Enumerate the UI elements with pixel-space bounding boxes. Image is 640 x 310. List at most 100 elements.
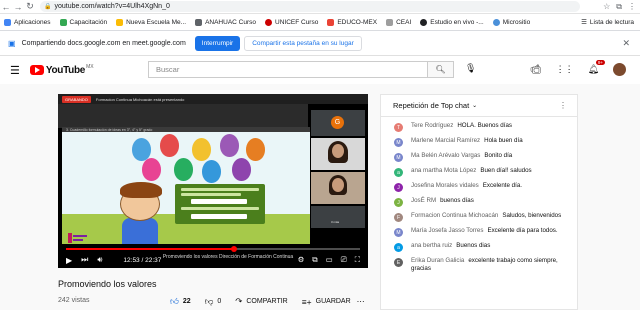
cartoon-boy-hair: [120, 182, 162, 198]
chat-text: Excelente día para todos.: [487, 227, 558, 234]
dislike-button[interactable]: 👎︎ 0: [205, 296, 222, 307]
avatar[interactable]: J: [394, 183, 403, 192]
chat-text: Buenos dias: [456, 242, 491, 249]
next-icon[interactable]: ⏭: [81, 255, 88, 265]
progress-bar[interactable]: [66, 246, 360, 252]
more-options-icon[interactable]: ⋮: [559, 101, 567, 110]
settings-icon[interactable]: ⚙: [298, 255, 305, 265]
bookmark-item[interactable]: Aplicaciones: [4, 18, 51, 26]
close-icon[interactable]: ✕: [622, 38, 630, 49]
screen-share-bar: ▣ Compartiendo docs.google.com en meet.g…: [0, 31, 640, 56]
lock-icon: 🔒: [44, 4, 52, 10]
menu-icon[interactable]: ☰: [10, 64, 20, 77]
more-icon[interactable]: ⋯: [357, 297, 365, 306]
back-icon[interactable]: ←: [0, 2, 12, 12]
avatar[interactable]: F: [394, 213, 403, 222]
volume-icon[interactable]: 🔊︎: [97, 255, 102, 265]
bookmark-favicon-icon: [420, 18, 428, 26]
playlist-add-icon: ≡+: [301, 296, 312, 307]
video-link: [191, 214, 247, 219]
chat-author[interactable]: Erika Duran Galicia: [411, 257, 464, 264]
youtube-logo[interactable]: YouTube MX: [29, 64, 94, 76]
avatar[interactable]: J: [394, 198, 403, 207]
chat-message: a ana martha Mota López Buen día!! saludos: [381, 167, 577, 180]
bookmark-item[interactable]: Estudio en vivo -...: [420, 18, 484, 26]
apps-icon: [4, 18, 11, 26]
chat-author[interactable]: Tere Rodríguez: [411, 122, 453, 129]
bookmark-item[interactable]: Nueva Escuela Me...: [116, 18, 186, 26]
instructions-panel: [175, 184, 265, 224]
reading-list-icon: ☰: [581, 19, 587, 26]
screen-share-icon: ▣: [8, 38, 16, 48]
avatar[interactable]: a: [394, 243, 403, 252]
notification-badge: 9+: [595, 60, 605, 65]
bookmark-item[interactable]: Capacitación: [59, 18, 107, 26]
notifications-icon[interactable]: 🔔︎ 9+: [588, 60, 605, 75]
browser-menu-icon[interactable]: ⋮: [628, 2, 636, 12]
like-button[interactable]: 👍︎ 22: [170, 296, 191, 307]
avatar[interactable]: T: [394, 123, 403, 132]
forward-icon[interactable]: →: [12, 2, 24, 12]
chat-text: Excelente día.: [482, 182, 522, 189]
chevron-down-icon[interactable]: ⌄: [472, 102, 477, 109]
chat-header[interactable]: Repetición de Top chat ⌄ ⋮: [381, 95, 577, 117]
progress-played: [66, 248, 234, 250]
cast-icon[interactable]: ⎚: [341, 255, 347, 265]
chat-message: J JosÉ RM buenos días: [381, 197, 577, 210]
share-message: Compartiendo docs.google.com en meet.goo…: [21, 39, 186, 47]
chat-messages: T Tere Rodríguez HOLA. Buenos días M Marlene…: [381, 117, 577, 273]
avatar[interactable]: [613, 63, 626, 76]
balloon-extra: [232, 158, 251, 181]
video-player[interactable]: GRABANDO Formacion Continua Michoacán es…: [58, 94, 368, 268]
share-this-tab-button[interactable]: Compartir esta pestaña en su lugar: [244, 35, 362, 51]
chat-message: M Marlene Marcial Ramírez Hola buen día: [381, 137, 577, 150]
bookmark-favicon-icon: [386, 18, 394, 26]
reading-list[interactable]: ☰ Lista de lectura: [581, 18, 634, 27]
avatar[interactable]: M: [394, 153, 403, 162]
bookmark-item[interactable]: ANAHUAC Curso: [195, 18, 256, 26]
participant-tile: [311, 172, 365, 204]
chat-author[interactable]: ana bertha ruiz: [411, 242, 452, 249]
microphone-icon[interactable]: 🎙︎: [465, 63, 476, 74]
address-bar[interactable]: 🔒 youtube.com/watch?v=4Ulh4XgNn_0: [40, 1, 580, 12]
apps-grid-icon[interactable]: ⋮⋮: [556, 64, 574, 75]
cartoon-boy-body: [122, 218, 158, 244]
chat-author[interactable]: María Josefa Jasso Torres: [411, 227, 483, 234]
participant-tile: [311, 138, 365, 170]
bookmark-item[interactable]: CEAI: [386, 18, 411, 26]
avatar[interactable]: a: [394, 168, 403, 177]
bookmark-item[interactable]: Micrositio: [492, 18, 530, 26]
avatar[interactable]: M: [394, 228, 403, 237]
play-icon[interactable]: ▶: [66, 256, 72, 265]
share-button[interactable]: ↷ COMPARTIR: [235, 296, 287, 307]
video-title: Promoviendo los valores: [58, 279, 157, 289]
chat-author[interactable]: Ma Belén Arévalo Vargas: [411, 152, 480, 159]
chat-message: M María Josefa Jasso Torres Excelente día …: [381, 227, 577, 240]
bookmark-item[interactable]: EDUCO-MEX: [327, 18, 377, 26]
fullscreen-icon[interactable]: ⛶: [355, 255, 360, 265]
search-icon[interactable]: 🔍︎: [428, 61, 454, 78]
search-input[interactable]: Buscar: [148, 61, 428, 78]
chat-author[interactable]: Josefina Morales vidales: [411, 182, 479, 189]
theater-mode-icon[interactable]: ▭: [326, 255, 333, 265]
chat-author[interactable]: JosÉ RM: [411, 197, 436, 204]
bookmark-item[interactable]: UNICEF Curso: [265, 18, 318, 26]
balloon-amistad: [192, 138, 211, 161]
star-icon[interactable]: ☆: [603, 2, 610, 12]
chat-author[interactable]: Marlene Marcial Ramírez: [411, 137, 480, 144]
extensions-icon[interactable]: ⧉: [616, 2, 622, 12]
save-button[interactable]: ≡+ GUARDAR ⋯: [302, 297, 365, 307]
chat-author[interactable]: ana martha Mota López: [411, 167, 476, 174]
bookmark-favicon-icon: [327, 18, 335, 26]
avatar[interactable]: E: [394, 258, 403, 267]
create-video-icon[interactable]: 📹︎: [530, 64, 541, 75]
reload-icon[interactable]: ↻: [24, 1, 36, 12]
miniplayer-icon[interactable]: ⧉: [312, 255, 317, 265]
stop-sharing-button[interactable]: Interrumpir: [194, 35, 241, 51]
participant-tile: 3 más: [311, 206, 365, 228]
participant-avatar: G: [331, 116, 344, 129]
bookmark-favicon-icon: [116, 18, 124, 26]
chat-author[interactable]: Formacion Continua Michoacán: [411, 212, 498, 219]
youtube-header: ☰ YouTube MX Buscar 🔍︎ 🎙︎ 📹︎ ⋮⋮ 🔔︎ 9+: [0, 56, 640, 84]
avatar[interactable]: M: [394, 138, 403, 147]
